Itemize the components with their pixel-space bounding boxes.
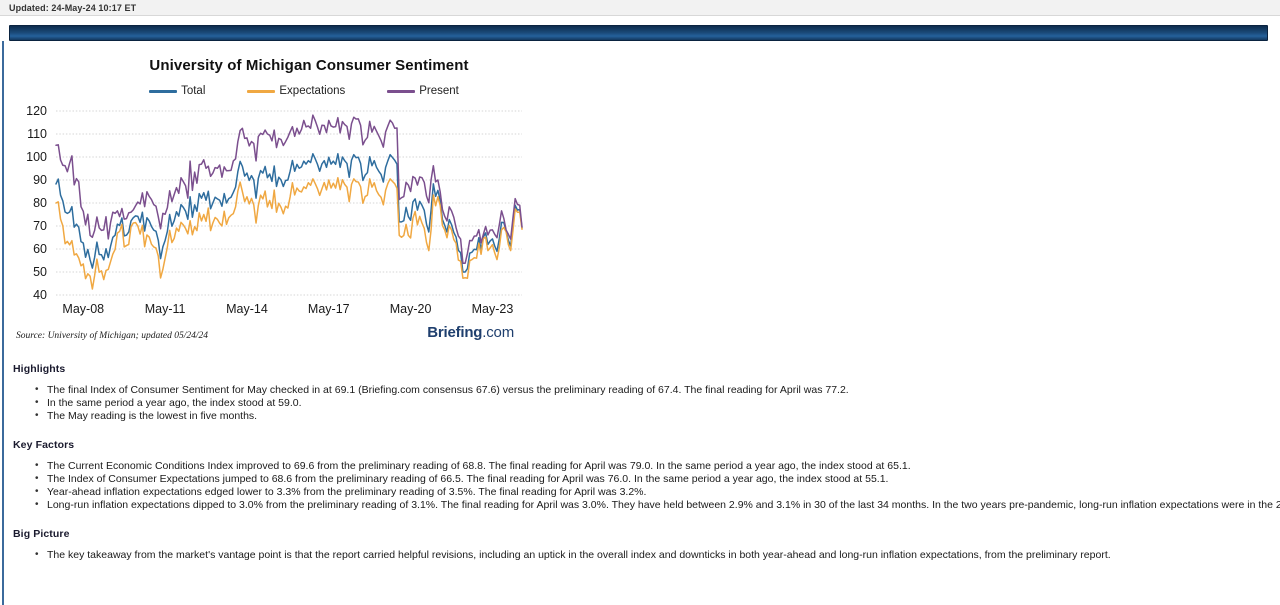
y-axis-tick-label: 90: [33, 173, 47, 187]
legend-label-expectations: Expectations: [279, 85, 346, 97]
x-axis-tick-label: May-23: [472, 302, 514, 316]
chart-plot-area: 40 50 60 70 80 90 100 110 120 May-08 May-11 May-14…: [4, 103, 574, 318]
updated-timestamp: Updated: 24-May-24 10:17 ET: [9, 2, 137, 13]
chart-card: University of Michigan Consumer Sentimen…: [4, 41, 574, 341]
x-axis-tick-label: May-11: [145, 302, 186, 316]
section-bullet-list: The Current Economic Conditions Index im…: [13, 460, 1280, 512]
section-highlights: Highlights The final Index of Consumer Se…: [13, 363, 1280, 423]
bullet-item: The final Index of Consumer Sentiment fo…: [35, 384, 1280, 397]
section-key-factors: Key Factors The Current Economic Conditio…: [13, 439, 1280, 512]
bullet-item: The key takeaway from the market's vanta…: [35, 549, 1280, 562]
legend-item-expectations: Expectations: [247, 85, 345, 97]
page-body: University of Michigan Consumer Sentimen…: [2, 41, 1280, 605]
x-axis-tick-label: May-14: [226, 302, 268, 316]
briefing-logo: Briefing.com: [427, 324, 514, 341]
chart-series-lines: [55, 114, 523, 290]
x-axis-tick-label: May-17: [308, 302, 350, 316]
brand-bold: Briefing: [427, 324, 483, 341]
y-axis-tick-label: 110: [27, 127, 47, 141]
series-line-present: [55, 114, 523, 265]
y-axis-tick-label: 40: [33, 288, 47, 302]
section-bullet-list: The key takeaway from the market's vanta…: [13, 549, 1280, 562]
report-sections: Highlights The final Index of Consumer Se…: [4, 341, 1280, 561]
legend-label-total: Total: [181, 85, 206, 97]
legend-swatch-expectations: [247, 89, 276, 93]
brand-suffix: .com: [482, 324, 514, 341]
updated-bar: Updated: 24-May-24 10:17 ET: [0, 0, 1280, 16]
chart-x-axis-labels: May-08 May-11 May-14 May-17 May-20 May-23: [62, 302, 513, 316]
legend-item-present: Present: [387, 85, 459, 97]
chart-source-note: Source: University of Michigan; updated …: [16, 331, 208, 341]
y-axis-tick-label: 50: [33, 265, 47, 279]
bullet-item: In the same period a year ago, the index…: [35, 397, 1280, 410]
chart-footer: Source: University of Michigan; updated …: [4, 318, 574, 341]
section-heading: Key Factors: [13, 438, 75, 451]
x-axis-tick-label: May-20: [390, 302, 432, 316]
legend-swatch-present: [387, 89, 416, 93]
legend-label-present: Present: [419, 85, 459, 97]
y-axis-tick-label: 80: [33, 196, 47, 210]
chart-title: University of Michigan Consumer Sentimen…: [149, 57, 469, 74]
bullet-item: The Index of Consumer Expectations jumpe…: [35, 473, 1280, 486]
navy-header-banner: [9, 25, 1268, 41]
x-axis-tick-label: May-08: [62, 302, 104, 316]
legend-swatch-total: [149, 89, 178, 93]
y-axis-tick-label: 70: [33, 219, 47, 233]
bullet-item: Long-run inflation expectations dipped t…: [35, 499, 1280, 512]
bullet-item: Year-ahead inflation expectations edged …: [35, 486, 1280, 499]
y-axis-tick-label: 100: [26, 150, 47, 164]
section-heading: Highlights: [13, 363, 66, 375]
legend-item-total: Total: [149, 85, 205, 97]
bullet-item: The Current Economic Conditions Index im…: [35, 460, 1280, 473]
consumer-sentiment-line-chart: 40 50 60 70 80 90 100 110 120 May-08 May-11 May-14…: [26, 104, 523, 316]
section-heading: Big Picture: [13, 527, 70, 540]
chart-y-axis-labels: 40 50 60 70 80 90 100 110 120: [26, 104, 47, 302]
section-big-picture: Big Picture The key takeaway from the mar…: [13, 528, 1280, 562]
section-bullet-list: The final Index of Consumer Sentiment fo…: [13, 384, 1280, 423]
y-axis-tick-label: 120: [26, 104, 47, 118]
bullet-item: The May reading is the lowest in five mo…: [35, 410, 1280, 423]
chart-legend: Total Expectations Present: [4, 76, 574, 103]
y-axis-tick-label: 60: [33, 242, 47, 256]
